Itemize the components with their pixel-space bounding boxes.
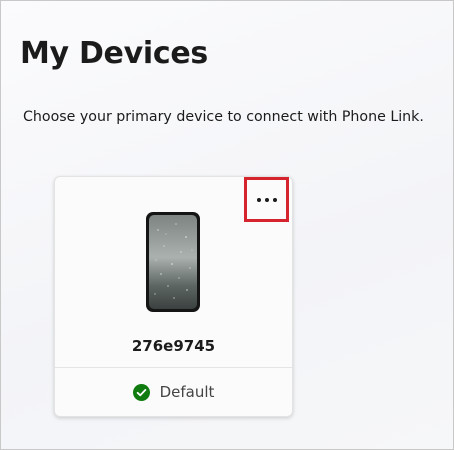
- device-status: Default: [55, 380, 292, 404]
- device-name: 276e9745: [131, 337, 216, 355]
- status-label: Default: [159, 383, 215, 401]
- card-divider: [55, 367, 292, 368]
- page-title: My Devices: [20, 36, 208, 71]
- phone-image: [146, 212, 200, 312]
- more-options-button[interactable]: [244, 177, 289, 222]
- check-circle-icon: [132, 383, 150, 401]
- page-subtitle: Choose your primary device to connect wi…: [23, 109, 424, 125]
- phone-link-window: My Devices Choose your primary device to…: [0, 0, 454, 450]
- more-options-icon: [256, 197, 277, 202]
- device-card[interactable]: 276e9745 Default: [54, 176, 293, 417]
